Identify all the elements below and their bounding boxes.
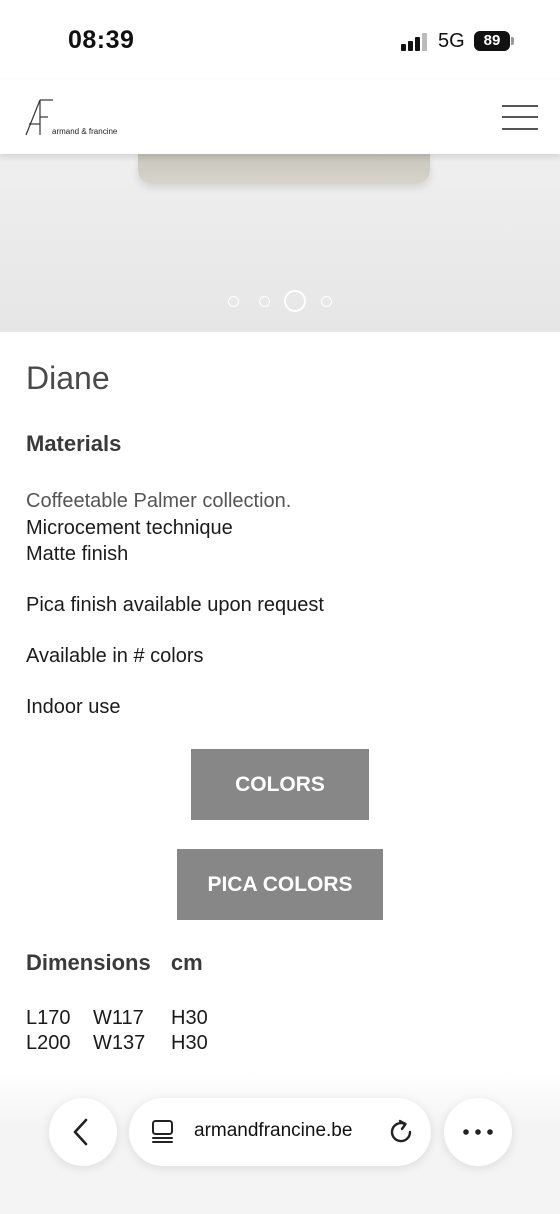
url-text: armandfrancine.be (194, 1120, 353, 1141)
signal-strength-icon (401, 33, 431, 51)
tabs-icon (152, 1120, 173, 1143)
status-time: 08:39 (68, 26, 135, 54)
dimension-row: L200 W137 H30 (26, 1032, 286, 1056)
product-title: Diane (26, 360, 110, 396)
network-type: 5G (438, 30, 465, 52)
description-line: Coffeetable Palmer collection. (26, 490, 292, 512)
back-button[interactable] (49, 1098, 117, 1166)
description-line: Indoor use (26, 696, 121, 718)
dimension-length: L170 (26, 1007, 71, 1029)
carousel-dots (0, 290, 560, 314)
carousel-dot-active[interactable] (284, 290, 306, 312)
description-line: Pica finish available upon request (26, 594, 324, 616)
product-image-carousel[interactable] (0, 154, 560, 332)
description-line: Matte finish (26, 543, 129, 565)
more-dots-icon (463, 1129, 493, 1135)
dimensions-unit: cm (170, 950, 203, 975)
status-bar: 08:39 5G 89 (0, 0, 560, 80)
dimensions-heading: Dimensions cm (26, 950, 203, 976)
more-options-button[interactable] (444, 1098, 512, 1166)
product-image (138, 154, 430, 184)
materials-heading: Materials (26, 431, 122, 456)
dimension-height: H30 (171, 1007, 208, 1029)
description-line: Available in # colors (26, 645, 204, 667)
reload-icon[interactable] (387, 1118, 415, 1146)
site-header: armand & francine (0, 80, 560, 154)
colors-button[interactable]: COLORS (191, 749, 369, 820)
description-line: Microcement technique (26, 517, 233, 539)
site-logo[interactable]: armand & francine (24, 99, 134, 141)
battery-icon: 89 (474, 31, 510, 51)
carousel-dot[interactable] (227, 296, 239, 307)
battery-tip (511, 37, 514, 45)
dimension-width: W117 (93, 1007, 144, 1029)
logo-text: armand & francine (52, 127, 118, 136)
dimensions-heading-text: Dimensions (26, 950, 151, 975)
carousel-dot[interactable] (258, 296, 270, 307)
logo-mark-icon (25, 99, 53, 136)
dimension-row: L170 W117 H30 (26, 1007, 286, 1031)
dimension-height: H30 (171, 1032, 208, 1054)
carousel-dot[interactable] (320, 296, 332, 307)
back-arrow-icon (73, 1118, 88, 1146)
address-bar[interactable]: armandfrancine.be (129, 1098, 431, 1166)
dimension-length: L200 (26, 1032, 71, 1054)
pica-colors-button[interactable]: PICA COLORS (177, 849, 383, 920)
dimension-width: W137 (93, 1032, 146, 1054)
hamburger-menu-icon[interactable] (502, 104, 540, 132)
